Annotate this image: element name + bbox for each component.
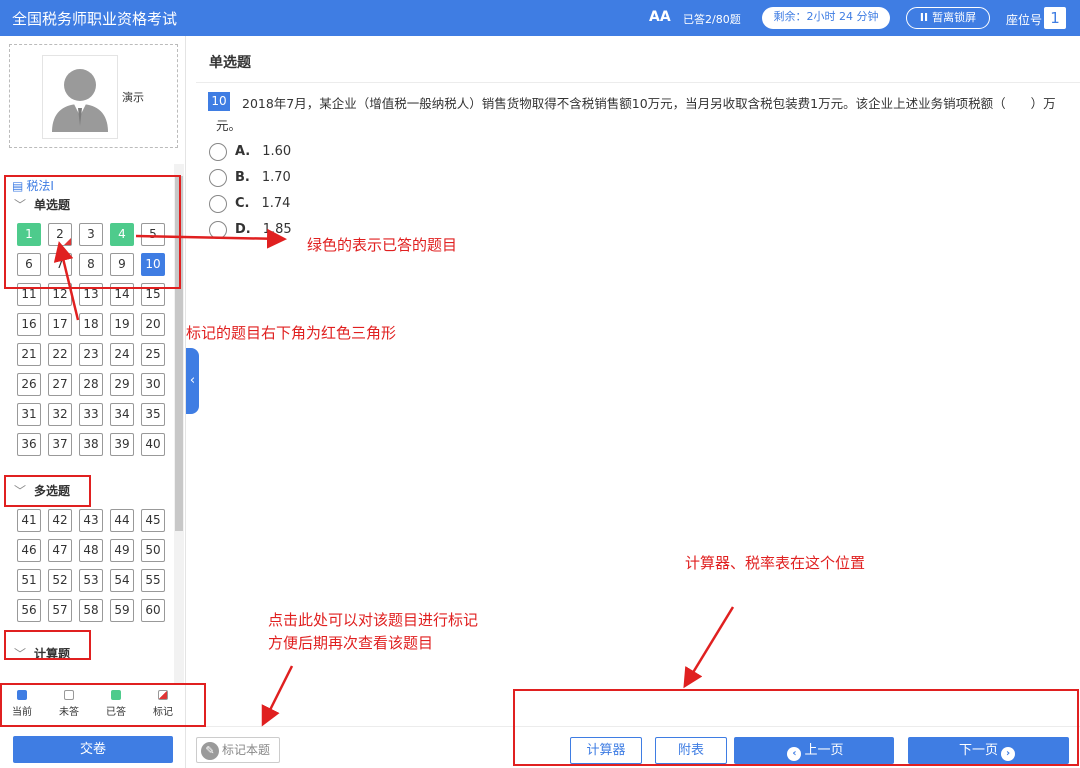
question-nav-button[interactable]: 39 — [110, 433, 134, 456]
annotation-answered: 绿色的表示已答的题目 — [307, 236, 458, 254]
pin-icon: ✎ — [201, 741, 219, 760]
top-bar: 全国税务师职业资格考试 AA 已答2/80题 剩余：2小时 24 分钟 II 暂离… — [0, 0, 1080, 36]
question-nav-button[interactable]: 38 — [79, 433, 103, 456]
question-nav-button[interactable]: 30 — [141, 373, 165, 396]
question-nav-button[interactable]: 24 — [110, 343, 134, 366]
question-nav-button[interactable]: 56 — [17, 599, 41, 622]
question-nav-button[interactable]: 16 — [17, 313, 41, 336]
question-nav-button[interactable]: 52 — [48, 569, 72, 592]
question-nav-button[interactable]: 28 — [79, 373, 103, 396]
question-nav-button[interactable]: 46 — [17, 539, 41, 562]
annotation-mark-line2: 方便后期再次查看该题目 — [268, 634, 434, 652]
question-nav-button[interactable]: 29 — [110, 373, 134, 396]
question-nav-button[interactable]: 44 — [110, 509, 134, 532]
chevron-left-icon: ‹ — [189, 373, 196, 388]
app-title: 全国税务师职业资格考试 — [12, 10, 178, 28]
question-nav-button[interactable]: 47 — [48, 539, 72, 562]
question-nav-button[interactable]: 49 — [110, 539, 134, 562]
question-nav-button[interactable]: 58 — [79, 599, 103, 622]
annotation-box-calc — [4, 630, 91, 660]
question-nav-button[interactable]: 57 — [48, 599, 72, 622]
pause-lock-label: 暂离锁屏 — [932, 11, 977, 24]
user-avatar-icon — [52, 69, 108, 132]
option-d[interactable]: D. 1.85 — [209, 220, 292, 240]
pause-lock-button[interactable]: II 暂离锁屏 — [906, 7, 990, 29]
question-nav-button[interactable]: 22 — [48, 343, 72, 366]
question-number: 10 — [208, 92, 230, 111]
question-nav-button[interactable]: 55 — [141, 569, 165, 592]
question-nav-button[interactable]: 48 — [79, 539, 103, 562]
question-grid-multiple: 41 42 43 44 45 46 47 48 49 50 51 52 53 54 55 56 57 58 59 60 — [17, 509, 165, 622]
submit-exam-button[interactable]: 交卷 — [13, 736, 173, 763]
mark-question-button[interactable]: ✎ 标记本题 — [196, 737, 280, 763]
annotation-mark-line1: 点击此处可以对该题目进行标记 — [268, 611, 479, 629]
option-a[interactable]: A. 1.60 — [209, 142, 291, 162]
question-nav-button[interactable]: 42 — [48, 509, 72, 532]
radio-icon[interactable] — [209, 220, 227, 239]
question-nav-button[interactable]: 35 — [141, 403, 165, 426]
user-name: 演示 — [122, 91, 144, 104]
user-card: 演示 — [9, 44, 178, 148]
annotation-box-legend — [0, 683, 206, 727]
avatar — [42, 55, 118, 139]
question-nav-button[interactable]: 51 — [17, 569, 41, 592]
question-nav-button[interactable]: 20 — [141, 313, 165, 336]
question-nav-button[interactable]: 18 — [79, 313, 103, 336]
annotation-tools: 计算器、税率表在这个位置 — [685, 554, 866, 572]
question-nav-button[interactable]: 23 — [79, 343, 103, 366]
seat-label: 座位号 — [1006, 13, 1043, 27]
question-nav-button[interactable]: 53 — [79, 569, 103, 592]
answered-count: 已答2/80题 — [683, 13, 741, 26]
annotation-box-single-choice — [4, 175, 181, 289]
question-nav-button[interactable]: 41 — [17, 509, 41, 532]
question-nav-button[interactable]: 60 — [141, 599, 165, 622]
radio-icon[interactable] — [209, 194, 227, 213]
annotation-box-multiple — [4, 475, 91, 507]
question-nav-button[interactable]: 37 — [48, 433, 72, 456]
question-nav-button[interactable]: 19 — [110, 313, 134, 336]
question-text: 2018年7月，某企业（增值税一般纳税人）销售货物取得不含税销售额10万元，当月… — [216, 96, 1056, 133]
option-c[interactable]: C. 1.74 — [209, 194, 290, 214]
divider — [196, 82, 1080, 83]
question-nav-button[interactable]: 21 — [17, 343, 41, 366]
question-nav-button[interactable]: 50 — [141, 539, 165, 562]
question-nav-button[interactable]: 59 — [110, 599, 134, 622]
question-nav-button[interactable]: 32 — [48, 403, 72, 426]
question-nav-button[interactable]: 45 — [141, 509, 165, 532]
pause-icon: II — [919, 11, 929, 24]
question-nav-button[interactable]: 36 — [17, 433, 41, 456]
question-nav-button[interactable]: 33 — [79, 403, 103, 426]
question-nav-button[interactable]: 54 — [110, 569, 134, 592]
question-nav-button[interactable]: 43 — [79, 509, 103, 532]
section-heading: 单选题 — [209, 55, 251, 71]
font-size-icon[interactable]: AA — [649, 9, 671, 25]
question-nav-button[interactable]: 27 — [48, 373, 72, 396]
question-nav-button[interactable]: 26 — [17, 373, 41, 396]
mark-question-label: 标记本题 — [222, 743, 271, 757]
question-nav-button[interactable]: 31 — [17, 403, 41, 426]
question-nav-button[interactable]: 34 — [110, 403, 134, 426]
question-nav-button[interactable]: 17 — [48, 313, 72, 336]
question-nav-button[interactable]: 40 — [141, 433, 165, 456]
radio-icon[interactable] — [209, 168, 227, 187]
radio-icon[interactable] — [209, 142, 227, 161]
annotation-box-tools — [513, 689, 1079, 766]
annotation-flagged: 标记的题目右下角为红色三角形 — [186, 324, 397, 342]
seat-number: 1 — [1044, 7, 1066, 29]
question-nav-button[interactable]: 25 — [141, 343, 165, 366]
option-b[interactable]: B. 1.70 — [209, 168, 291, 188]
remaining-time-badge: 剩余：2小时 24 分钟 — [762, 7, 890, 29]
